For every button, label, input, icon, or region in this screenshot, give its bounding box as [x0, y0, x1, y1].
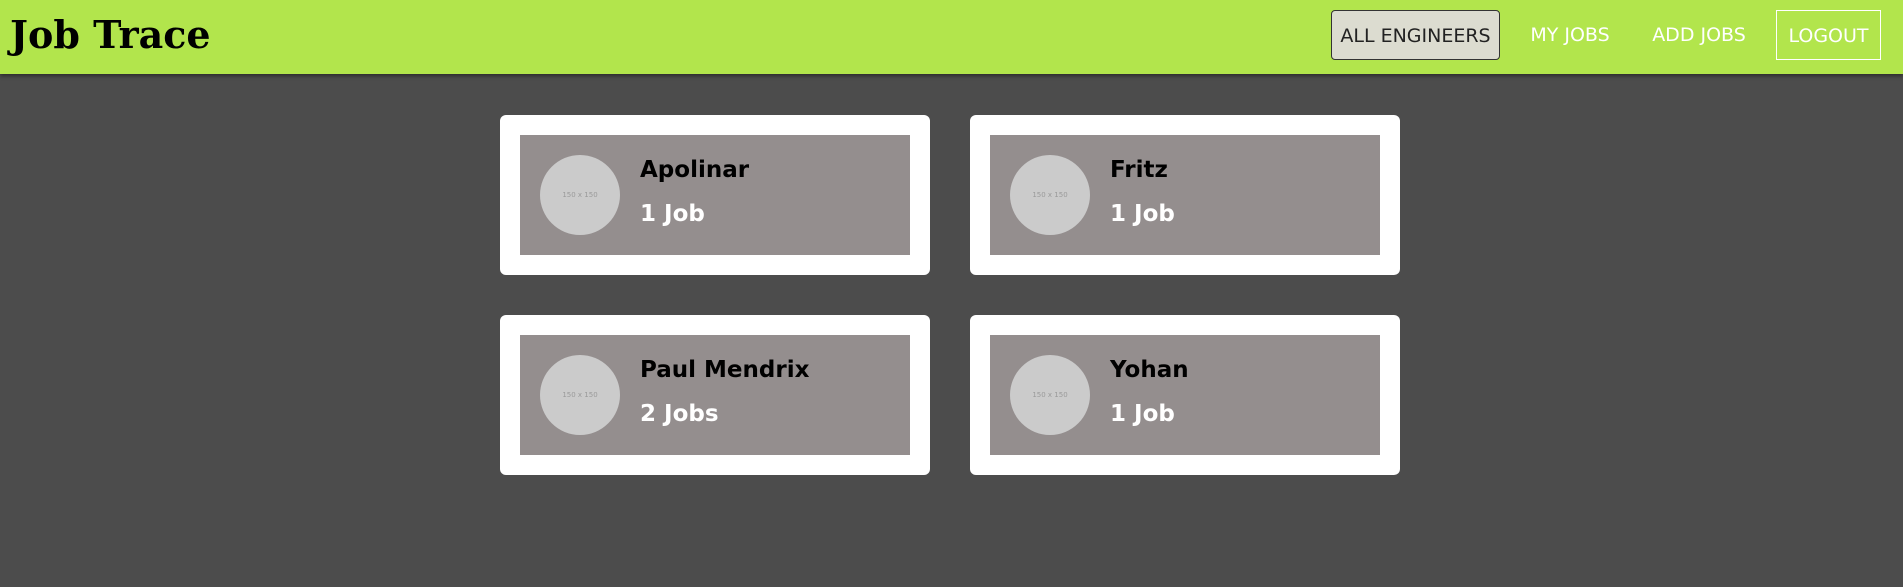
engineer-name: Paul Mendrix	[640, 357, 810, 383]
logout-button[interactable]: LOGOUT	[1776, 10, 1881, 60]
engineer-job-count: 1 Job	[1110, 201, 1175, 227]
engineer-name: Apolinar	[640, 157, 750, 183]
engineer-job-count: 1 Job	[640, 201, 705, 227]
engineer-card[interactable]: 150 x 150 Apolinar 1 Job	[500, 115, 930, 275]
main-nav: ALL ENGINEERS MY JOBS ADD JOBS LOGOUT	[0, 10, 1903, 60]
nav-all-engineers[interactable]: ALL ENGINEERS	[1331, 10, 1500, 60]
nav-my-jobs[interactable]: MY JOBS	[1520, 10, 1620, 60]
engineer-card-body: 150 x 150 Fritz 1 Job	[990, 135, 1380, 255]
avatar: 150 x 150	[540, 355, 620, 435]
engineer-card[interactable]: 150 x 150 Fritz 1 Job	[970, 115, 1400, 275]
avatar: 150 x 150	[1010, 155, 1090, 235]
engineer-card[interactable]: 150 x 150 Paul Mendrix 2 Jobs	[500, 315, 930, 475]
engineer-job-count: 2 Jobs	[640, 401, 719, 427]
nav-add-jobs[interactable]: ADD JOBS	[1643, 10, 1755, 60]
avatar: 150 x 150	[1010, 355, 1090, 435]
engineer-card-body: 150 x 150 Paul Mendrix 2 Jobs	[520, 335, 910, 455]
engineer-name: Fritz	[1110, 157, 1168, 183]
engineer-card[interactable]: 150 x 150 Yohan 1 Job	[970, 315, 1400, 475]
engineer-job-count: 1 Job	[1110, 401, 1175, 427]
avatar: 150 x 150	[540, 155, 620, 235]
top-navbar: Job Trace ALL ENGINEERS MY JOBS ADD JOBS…	[0, 0, 1903, 74]
engineers-grid: 150 x 150 Apolinar 1 Job 150 x 150 Fritz…	[0, 74, 1903, 587]
engineer-card-body: 150 x 150 Yohan 1 Job	[990, 335, 1380, 455]
engineer-card-body: 150 x 150 Apolinar 1 Job	[520, 135, 910, 255]
engineer-name: Yohan	[1110, 357, 1189, 383]
